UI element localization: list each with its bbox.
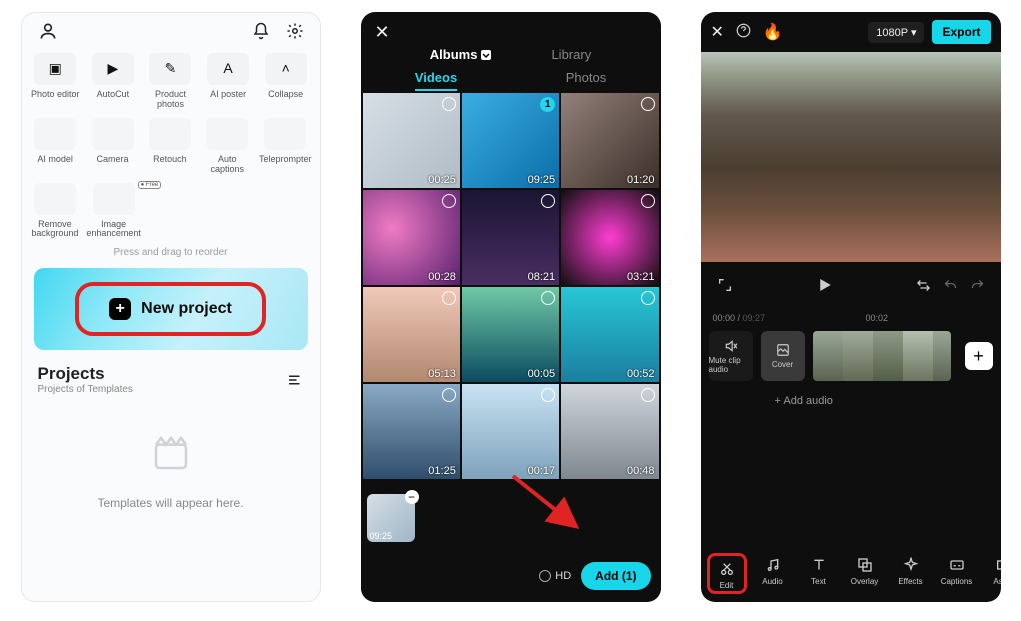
video-thumb[interactable]: 03:21 [561,190,658,285]
expand-icon[interactable] [717,277,733,298]
close-icon[interactable]: ✕ [711,22,724,42]
swap-icon[interactable] [916,278,931,298]
plus-icon: + [109,298,131,320]
gear-icon[interactable] [286,22,304,40]
tab-albums[interactable]: Albums [430,47,492,62]
video-thumb[interactable]: 00:48 [561,384,658,479]
video-thumb[interactable]: 00:25 [363,93,460,188]
cover-button[interactable]: Cover [761,331,805,381]
video-thumb[interactable]: 00:28 [363,190,460,285]
video-thumb[interactable]: 00:05 [462,287,559,382]
tool-autocut[interactable]: ▶AutoCut [87,53,139,110]
undo-icon[interactable] [943,278,958,298]
tool-product-photos[interactable]: ✎Product photos [145,53,197,110]
video-thumb[interactable]: 109:25 [462,93,559,188]
new-project-button[interactable]: + New project [75,282,266,336]
media-picker-screen: ✕ Albums Library Videos Photos 00:25109:… [361,12,661,602]
close-icon[interactable]: ✕ [375,22,390,43]
bell-icon[interactable] [252,22,270,40]
editor-tool-overlay[interactable]: Overlay [845,553,885,594]
tool-photo-editor[interactable]: ▣Photo editor [30,53,82,110]
subtab-videos[interactable]: Videos [415,70,457,91]
video-thumb[interactable]: 08:21 [462,190,559,285]
subtab-photos[interactable]: Photos [566,70,606,91]
tool-ai-model[interactable]: AI model [30,118,81,175]
resolution-picker[interactable]: 1080P ▾ [868,22,924,43]
editor-tool-captions[interactable]: Captions [937,553,977,594]
play-icon[interactable] [815,276,833,299]
help-icon[interactable] [736,23,751,41]
clip-strip[interactable] [813,331,951,381]
redo-icon[interactable] [970,278,985,298]
editor-tool-edit[interactable]: Edit [707,553,747,594]
templates-empty-state: Templates will appear here. [22,395,320,510]
add-button[interactable]: Add (1) [581,562,650,590]
tool-retouch[interactable]: Retouch [144,118,195,175]
reorder-hint: Press and drag to reorder [22,247,320,258]
export-button[interactable]: Export [932,20,990,44]
editor-screen: ✕ 🔥 1080P ▾ Export 00:00 / 09:27 00:02 [701,12,1001,602]
video-thumb[interactable]: 05:13 [363,287,460,382]
tool-remove-background[interactable]: Remove background [30,183,81,240]
video-thumb[interactable]: 01:20 [561,93,658,188]
editor-tool-audio[interactable]: Audio [753,553,793,594]
time-marker: 00:02 [866,313,889,323]
clapperboard-icon [22,433,320,482]
selection-tray: − 09:25 [367,494,415,542]
tool-image-enhancement[interactable]: ● FreeImage enhancement [86,183,141,240]
editor-tool-text[interactable]: Text [799,553,839,594]
home-screen: ▣Photo editor▶AutoCut✎Product photosAAI … [21,12,321,602]
tool-ai-poster[interactable]: AAI poster [202,53,254,110]
tool-auto-captions[interactable]: Auto captions [202,118,253,175]
tool-collapse[interactable]: ˄Collapse [260,53,312,110]
editor-tool-aspe[interactable]: Aspe [983,553,1001,594]
video-thumb[interactable]: 00:17 [462,384,559,479]
tool-camera[interactable]: Camera [87,118,138,175]
add-clip-button[interactable]: + [965,342,993,370]
editor-tool-effects[interactable]: Effects [891,553,931,594]
projects-title: Projects [38,364,133,384]
remove-selection-icon[interactable]: − [405,490,419,504]
mute-clip-button[interactable]: Mute clip audio [709,331,753,381]
video-thumb[interactable]: 00:52 [561,287,658,382]
new-project-label: New project [141,300,232,318]
video-preview[interactable] [701,52,1001,262]
hd-toggle[interactable]: HD [539,570,571,582]
add-audio-button[interactable]: + Add audio [701,389,1001,407]
projects-subtitle: Projects of Templates [38,384,133,395]
profile-icon[interactable] [38,21,58,41]
timeline[interactable]: Mute clip audio Cover + [701,323,1001,389]
video-thumb[interactable]: 01:25 [363,384,460,479]
time-current: 00:00 [713,313,736,323]
new-project-card[interactable]: + New project [34,268,308,350]
time-total: 09:27 [743,313,766,323]
selected-clip[interactable]: − 09:25 [367,494,415,542]
sort-icon[interactable] [286,371,304,389]
flame-icon[interactable]: 🔥 [763,22,783,42]
tool-teleprompter[interactable]: Teleprompter [259,118,312,175]
tab-library[interactable]: Library [551,47,591,62]
